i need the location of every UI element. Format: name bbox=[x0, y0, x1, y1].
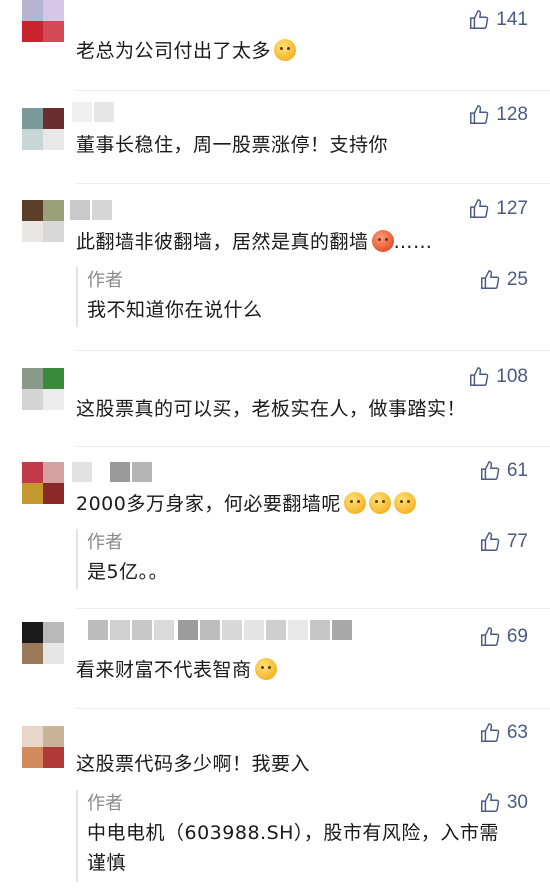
author-reply: 作者 是5亿。。 77 bbox=[76, 529, 528, 589]
like-count: 127 bbox=[496, 198, 528, 219]
comment-text: 2000多万身家，何必要翻墙呢 bbox=[76, 489, 520, 519]
reply-author[interactable]: 作者 bbox=[87, 790, 528, 818]
like-count: 25 bbox=[506, 269, 528, 290]
like-button[interactable]: 77 bbox=[479, 531, 528, 553]
like-button[interactable]: 69 bbox=[479, 626, 528, 648]
divider bbox=[76, 608, 550, 609]
author-reply: 作者 我不知道你在说什么 25 bbox=[76, 267, 528, 327]
avatar[interactable] bbox=[22, 108, 64, 150]
reply-text: 是5亿。。 bbox=[87, 561, 169, 583]
like-button[interactable]: 127 bbox=[468, 198, 528, 220]
comment-text: 这股票代码多少啊！我要入 bbox=[76, 753, 311, 775]
like-button[interactable]: 108 bbox=[468, 366, 528, 388]
like-button[interactable]: 61 bbox=[479, 460, 528, 482]
thumbs-up-icon bbox=[480, 532, 500, 551]
thumbs-up-icon bbox=[480, 627, 500, 646]
like-count: 63 bbox=[506, 722, 528, 743]
thinking-emoji bbox=[368, 492, 391, 514]
divider bbox=[76, 90, 550, 91]
thumbs-up-icon bbox=[470, 199, 489, 218]
like-count: 30 bbox=[506, 792, 528, 813]
author-reply: 作者 中电电机（603988.SH），股市有风险，入市需谨慎 30 bbox=[76, 790, 528, 882]
like-count: 141 bbox=[496, 9, 528, 30]
reply-author[interactable]: 作者 bbox=[87, 267, 528, 295]
divider bbox=[76, 708, 550, 709]
username-blurred bbox=[72, 462, 92, 482]
thumbs-up-icon bbox=[480, 461, 500, 480]
reply-text: 我不知道你在说什么 bbox=[87, 299, 263, 321]
thumbs-up-icon bbox=[480, 723, 500, 742]
like-button[interactable]: 141 bbox=[468, 9, 528, 31]
avatar[interactable] bbox=[22, 200, 64, 242]
avatar[interactable] bbox=[22, 726, 64, 768]
like-button[interactable]: 25 bbox=[479, 269, 528, 291]
comment-text: 此翻墙非彼翻墙，居然是真的翻墙…… bbox=[76, 230, 433, 253]
flushed-emoji bbox=[371, 230, 394, 252]
divider bbox=[76, 183, 550, 184]
avatar[interactable] bbox=[22, 622, 64, 664]
username-blurred bbox=[88, 620, 174, 640]
username-blurred bbox=[310, 620, 352, 640]
thinking-emoji bbox=[343, 492, 366, 514]
thumbs-up-icon bbox=[480, 793, 500, 812]
like-count: 69 bbox=[506, 626, 528, 647]
reply-author[interactable]: 作者 bbox=[87, 529, 528, 557]
username-blurred bbox=[70, 200, 112, 220]
like-button[interactable]: 63 bbox=[479, 722, 528, 744]
comment-text: 老总为公司付出了太多 bbox=[76, 36, 520, 66]
like-count: 108 bbox=[496, 366, 528, 387]
like-count: 61 bbox=[506, 460, 528, 481]
thumbs-up-icon bbox=[470, 10, 489, 29]
thumbs-up-icon bbox=[470, 367, 489, 386]
comment-text: 这股票真的可以买，老板实在人，做事踏实！ bbox=[76, 398, 467, 420]
divider bbox=[76, 446, 550, 447]
like-count: 77 bbox=[506, 531, 528, 552]
username-blurred bbox=[110, 462, 152, 482]
laughing-crying-emoji bbox=[254, 658, 277, 680]
thumbs-up-icon bbox=[470, 105, 489, 124]
reply-text: 中电电机（603988.SH），股市有风险，入市需谨慎 bbox=[87, 822, 499, 874]
username-blurred bbox=[72, 102, 114, 122]
like-count: 128 bbox=[496, 104, 528, 125]
avatar[interactable] bbox=[22, 368, 64, 410]
thinking-emoji bbox=[393, 492, 416, 514]
like-button[interactable]: 30 bbox=[479, 792, 528, 814]
thumbs-up-icon bbox=[480, 270, 500, 289]
divider bbox=[76, 350, 550, 351]
like-button[interactable]: 128 bbox=[468, 104, 528, 126]
laughing-crying-emoji bbox=[274, 39, 297, 61]
avatar[interactable] bbox=[22, 0, 64, 42]
avatar[interactable] bbox=[22, 462, 64, 504]
username-blurred bbox=[178, 620, 308, 640]
comment-text: 董事长稳住，周一股票涨停！支持你 bbox=[76, 134, 389, 156]
comment-text: 看来财富不代表智商 bbox=[76, 655, 520, 685]
